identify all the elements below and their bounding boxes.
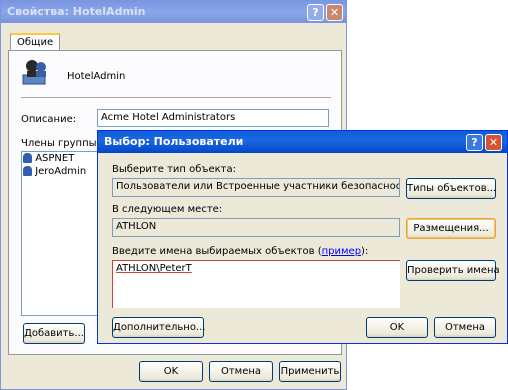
object-types-button[interactable]: Типы объектов... — [406, 178, 496, 199]
names-label: Введите имена выбираемых объектов (приме… — [112, 246, 369, 257]
object-names-value: ATHLON\PeterT — [116, 263, 192, 274]
example-link[interactable]: пример — [322, 246, 361, 257]
close-icon[interactable]: ✕ — [326, 4, 343, 21]
apply-button[interactable]: Применить — [279, 361, 341, 382]
user-icon — [23, 153, 32, 163]
description-label: Описание: — [21, 114, 77, 125]
tab-general[interactable]: Общие — [10, 33, 61, 51]
properties-title-bar[interactable]: Свойства: HotelAdmin ? ✕ — [1, 1, 346, 23]
advanced-button[interactable]: Дополнительно... — [112, 317, 205, 338]
properties-title: Свойства: HotelAdmin — [7, 5, 146, 18]
location-field: ATHLON — [112, 218, 400, 237]
dialog-title: Выбор: Пользователи — [104, 135, 244, 148]
object-type-field: Пользователи или Встроенные участники бе… — [112, 178, 400, 197]
user-icon — [23, 166, 32, 176]
location-label: В следующем месте: — [112, 204, 223, 215]
object-names-input[interactable]: ATHLON\PeterT — [112, 260, 400, 308]
dialog-title-bar[interactable]: Выбор: Пользователи ? ✕ — [98, 131, 507, 153]
members-label: Члены группы: — [21, 138, 100, 149]
check-names-button[interactable]: Проверить имена — [406, 260, 500, 281]
ok-button[interactable]: OK — [139, 361, 203, 382]
group-name: HotelAdmin — [67, 71, 126, 82]
select-users-dialog: Выбор: Пользователи ? ✕ Выберите тип объ… — [97, 130, 508, 344]
cancel-button[interactable]: Отмена — [209, 361, 273, 382]
ok-button[interactable]: OK — [366, 317, 428, 338]
member-name: ASPNET — [35, 153, 75, 164]
locations-button[interactable]: Размещения... — [406, 218, 496, 239]
add-button[interactable]: Добавить... — [23, 323, 85, 344]
separator — [21, 97, 331, 99]
object-type-label: Выберите тип объекта: — [112, 164, 236, 175]
tab-general-label: Общие — [17, 37, 54, 48]
description-field[interactable]: Acme Hotel Administrators — [97, 109, 329, 127]
group-icon — [21, 57, 51, 87]
help-icon[interactable]: ? — [466, 134, 483, 151]
close-icon[interactable]: ✕ — [485, 134, 502, 151]
member-name: JeroAdmin — [35, 166, 87, 177]
cancel-button[interactable]: Отмена — [434, 317, 496, 338]
help-icon[interactable]: ? — [307, 4, 324, 21]
